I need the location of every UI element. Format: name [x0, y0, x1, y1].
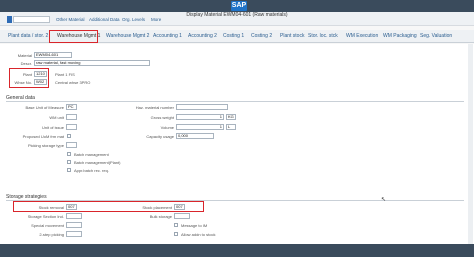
mouse-cursor-icon: ↖	[381, 197, 387, 203]
whse-text: Central whse 3PRO	[55, 80, 91, 85]
capacity-usage-field[interactable]: 0,000	[176, 133, 214, 139]
wm-unit-field[interactable]	[66, 114, 77, 120]
highlight-box-tab	[49, 30, 98, 43]
gross-weight-label: Gross weight	[150, 115, 174, 120]
tab-accounting-1[interactable]: Accounting 1	[153, 33, 182, 39]
haz-material-field[interactable]	[176, 104, 228, 110]
bulk-storage-field[interactable]	[174, 213, 190, 219]
unit-of-issue-field[interactable]	[66, 124, 77, 130]
description-field[interactable]: raw material, fast moving	[34, 60, 150, 66]
tab-seg-valuation[interactable]: Seg. Valuation	[420, 33, 452, 39]
enter-icon[interactable]	[7, 16, 12, 23]
gross-weight-field[interactable]: 1	[176, 114, 224, 120]
picking-storage-label: Picking storage type	[27, 143, 64, 148]
unit-of-issue-label: Unit of issue	[41, 125, 64, 130]
capacity-usage-label: Capacity usage	[146, 134, 174, 139]
tab-plant-stock[interactable]: Plant stock	[280, 33, 304, 39]
special-movement-field[interactable]	[66, 222, 82, 228]
footer-bar	[0, 244, 474, 257]
haz-material-label: Haz. material number	[135, 105, 174, 110]
storage-section-field[interactable]	[66, 213, 82, 219]
allow-addn-checkbox[interactable]	[174, 232, 178, 236]
batch-mgmt-label: Batch management	[74, 152, 109, 157]
message-to-im-checkbox[interactable]	[174, 223, 178, 227]
gross-weight-unit[interactable]: KG	[226, 114, 236, 120]
volume-label: Volume	[160, 125, 174, 130]
highlight-box-plant	[9, 68, 49, 88]
picking-storage-field[interactable]	[66, 142, 77, 148]
sap-logo: SAP	[231, 1, 247, 11]
command-field[interactable]	[13, 16, 50, 23]
highlight-box-strategies	[13, 201, 204, 212]
additional-data-button[interactable]: Additional Data	[89, 17, 120, 22]
batch-mgmt-plant-label: Batch management(Plant)	[74, 160, 121, 165]
tab-plant-data-stor-2[interactable]: Plant data / stor. 2	[8, 33, 48, 39]
storage-section-label: Storage Section Ind.	[27, 214, 64, 219]
tab-accounting-2[interactable]: Accounting 2	[188, 33, 217, 39]
more-button[interactable]: More	[151, 17, 161, 22]
proposed-uom-label: Proposed UoM frm mat	[22, 134, 64, 139]
general-data-divider	[6, 101, 464, 102]
batch-mgmt-plant-checkbox[interactable]	[67, 160, 71, 164]
tab-warehouse-mgmt-2[interactable]: Warehouse Mgmt 2	[106, 33, 149, 39]
base-uom-field[interactable]: PC	[66, 104, 77, 110]
material-label: Material	[17, 53, 32, 58]
bulk-storage-label: Bulk storage	[149, 214, 172, 219]
descr-label: Descr.	[20, 61, 32, 66]
tab-stor-loc-stck[interactable]: Stor. loc. stck	[308, 33, 338, 39]
vertical-scrollbar[interactable]	[468, 44, 473, 244]
appr-batch-label: Appr.batch rec. req.	[74, 168, 109, 173]
two-step-picking-label: 2-step picking	[39, 232, 64, 237]
tab-costing-2[interactable]: Costing 2	[251, 33, 272, 39]
other-material-button[interactable]: Other Material	[56, 17, 85, 22]
volume-unit[interactable]: L	[226, 124, 236, 130]
batch-mgmt-checkbox[interactable]	[67, 152, 71, 156]
wm-unit-label: WM unit	[49, 115, 64, 120]
tab-costing-1[interactable]: Costing 1	[223, 33, 244, 39]
proposed-uom-checkbox[interactable]	[67, 134, 71, 138]
two-step-picking-field[interactable]	[66, 231, 82, 237]
special-movement-label: Special movement	[31, 223, 64, 228]
org-levels-button[interactable]: Org. Levels	[122, 17, 145, 22]
plant-text: Plant 1 FIS	[55, 72, 75, 77]
volume-field[interactable]: 1	[176, 124, 224, 130]
material-field[interactable]: EWM04-601	[34, 52, 72, 58]
allow-addn-label: Allow addn to stock	[181, 232, 216, 237]
tab-wm-execution[interactable]: WM Execution	[346, 33, 378, 39]
base-uom-label: Base Unit of Measure	[25, 105, 64, 110]
tab-wm-packaging[interactable]: WM Packaging	[383, 33, 417, 39]
appr-batch-checkbox[interactable]	[67, 168, 71, 172]
shell-bar: SAP	[0, 0, 474, 12]
message-to-im-label: Message to IM	[181, 223, 208, 228]
